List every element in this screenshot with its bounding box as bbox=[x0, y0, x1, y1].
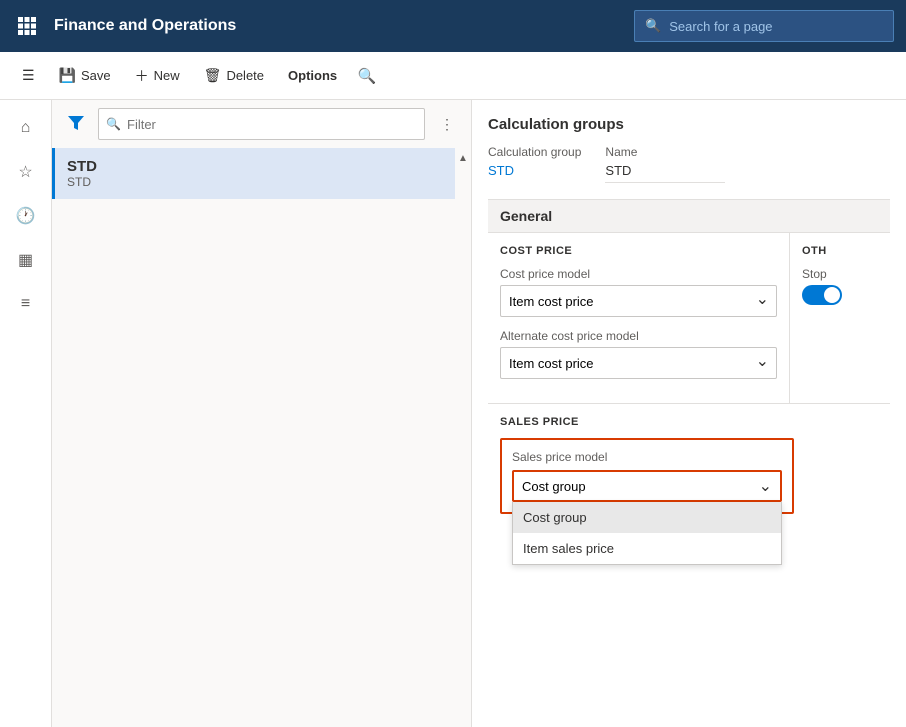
stop-label: Stop bbox=[802, 267, 878, 281]
sales-price-model-label: Sales price model bbox=[512, 450, 782, 464]
list-item-subtitle: STD bbox=[67, 175, 443, 189]
grid-icon: ▦ bbox=[18, 250, 33, 270]
sales-price-dropdown-list: Cost group Item sales price bbox=[512, 502, 782, 565]
dropdown-item-cost-group[interactable]: Cost group bbox=[513, 502, 781, 533]
save-icon: 💾 bbox=[59, 67, 76, 84]
dropdown-arrow-icon: ⌄ bbox=[759, 476, 772, 496]
stop-toggle[interactable] bbox=[802, 285, 842, 305]
main-layout: ⌂ ☆ 🕐 ▦ ≡ 🔍 bbox=[0, 100, 906, 727]
cost-price-model-label: Cost price model bbox=[500, 267, 777, 281]
clock-icon: 🕐 bbox=[16, 206, 36, 226]
stop-toggle-wrap: Stop bbox=[802, 267, 878, 305]
list-icon: ≡ bbox=[21, 295, 30, 313]
star-icon-btn[interactable]: ☆ bbox=[6, 152, 46, 192]
scroll-up-arrow[interactable]: ▲ bbox=[455, 150, 471, 166]
clock-icon-btn[interactable]: 🕐 bbox=[6, 196, 46, 236]
calculation-group-label: Calculation group bbox=[488, 145, 581, 159]
list-toolbar: 🔍 ⋮ bbox=[52, 100, 471, 148]
waffle-menu-icon[interactable] bbox=[12, 17, 42, 35]
cost-price-model-select[interactable]: Item cost price bbox=[500, 285, 777, 317]
sidebar-icons: ⌂ ☆ 🕐 ▦ ≡ bbox=[0, 100, 52, 727]
sales-price-model-outlined-box: Sales price model Cost group ⌄ Cost grou… bbox=[500, 438, 794, 514]
hamburger-button[interactable]: ☰ bbox=[12, 61, 45, 90]
name-label: Name bbox=[605, 145, 725, 159]
options-button[interactable]: Options bbox=[278, 62, 347, 89]
alternate-cost-price-model-select[interactable]: Item cost price bbox=[500, 347, 777, 379]
other-header: OTH bbox=[802, 245, 878, 257]
cost-price-model-select-wrapper: Item cost price bbox=[500, 285, 777, 317]
alternate-cost-price-model-label: Alternate cost price model bbox=[500, 329, 777, 343]
save-button[interactable]: 💾 Save bbox=[49, 61, 121, 90]
name-field: Name STD bbox=[605, 145, 725, 183]
cost-price-column: COST PRICE Cost price model Item cost pr… bbox=[488, 233, 790, 403]
filter-input-icon: 🔍 bbox=[106, 117, 121, 131]
general-section: General COST PRICE Cost price model Item… bbox=[488, 199, 890, 526]
sales-price-section: SALES PRICE Sales price model Cost group… bbox=[488, 403, 890, 526]
cost-price-header: COST PRICE bbox=[500, 245, 777, 257]
list-item-title: STD bbox=[67, 158, 443, 175]
toolbar-search-icon: 🔍 bbox=[358, 67, 377, 85]
search-placeholder: Search for a page bbox=[669, 19, 772, 34]
other-column: OTH Stop bbox=[790, 233, 890, 403]
delete-button[interactable]: 🗑 Delete bbox=[194, 61, 274, 90]
cost-price-model-field: Cost price model Item cost price bbox=[500, 267, 777, 317]
columns-layout: COST PRICE Cost price model Item cost pr… bbox=[488, 232, 890, 403]
home-icon-btn[interactable]: ⌂ bbox=[6, 108, 46, 148]
list-scrollbar: ▲ bbox=[455, 148, 471, 727]
app-title: Finance and Operations bbox=[54, 17, 622, 35]
new-button[interactable]: ＋ New bbox=[125, 60, 190, 92]
calculation-group-value[interactable]: STD bbox=[488, 163, 581, 178]
toolbar-search-button[interactable]: 🔍 bbox=[351, 60, 383, 92]
search-icon: 🔍 bbox=[645, 18, 661, 34]
star-icon: ☆ bbox=[18, 162, 32, 182]
home-icon: ⌂ bbox=[21, 119, 31, 137]
list-view-icon: ⋮ bbox=[440, 116, 454, 133]
list-view-button[interactable]: ⋮ bbox=[431, 108, 463, 140]
sales-price-inner: SALES PRICE Sales price model Cost group… bbox=[488, 403, 890, 526]
general-header: General bbox=[488, 199, 890, 232]
calculation-group-field: Calculation group STD bbox=[488, 145, 581, 183]
fields-group: Calculation group STD Name STD bbox=[488, 145, 890, 183]
delete-icon: 🗑 bbox=[204, 67, 222, 84]
hamburger-icon: ☰ bbox=[22, 67, 35, 84]
list-content: STD STD ▲ bbox=[52, 148, 471, 727]
dropdown-item-item-sales-price[interactable]: Item sales price bbox=[513, 533, 781, 564]
top-nav: Finance and Operations 🔍 Search for a pa… bbox=[0, 0, 906, 52]
filter-input[interactable] bbox=[98, 108, 425, 140]
new-icon: ＋ bbox=[135, 66, 149, 86]
search-bar[interactable]: 🔍 Search for a page bbox=[634, 10, 894, 42]
calculation-groups-title: Calculation groups bbox=[488, 116, 890, 133]
filter-input-wrap: 🔍 bbox=[98, 108, 425, 140]
sales-price-header: SALES PRICE bbox=[500, 416, 878, 428]
grid-icon-btn[interactable]: ▦ bbox=[6, 240, 46, 280]
sales-price-model-selected[interactable]: Cost group ⌄ bbox=[512, 470, 782, 502]
detail-panel: Calculation groups Calculation group STD… bbox=[472, 100, 906, 727]
toolbar: ☰ 💾 Save ＋ New 🗑 Delete Options 🔍 bbox=[0, 52, 906, 100]
sales-price-model-value: Cost group bbox=[522, 479, 586, 494]
list-items: STD STD bbox=[52, 148, 455, 727]
list-item[interactable]: STD STD bbox=[52, 148, 455, 199]
list-icon-btn[interactable]: ≡ bbox=[6, 284, 46, 324]
filter-icon bbox=[68, 116, 84, 133]
name-value[interactable]: STD bbox=[605, 163, 725, 183]
sales-price-model-dropdown: Cost group ⌄ Cost group Item sales price bbox=[512, 470, 782, 502]
alternate-cost-price-model-select-wrapper: Item cost price bbox=[500, 347, 777, 379]
list-panel: 🔍 ⋮ STD STD ▲ bbox=[52, 100, 472, 727]
alternate-cost-price-model-field: Alternate cost price model Item cost pri… bbox=[500, 329, 777, 379]
filter-button[interactable] bbox=[60, 108, 92, 140]
